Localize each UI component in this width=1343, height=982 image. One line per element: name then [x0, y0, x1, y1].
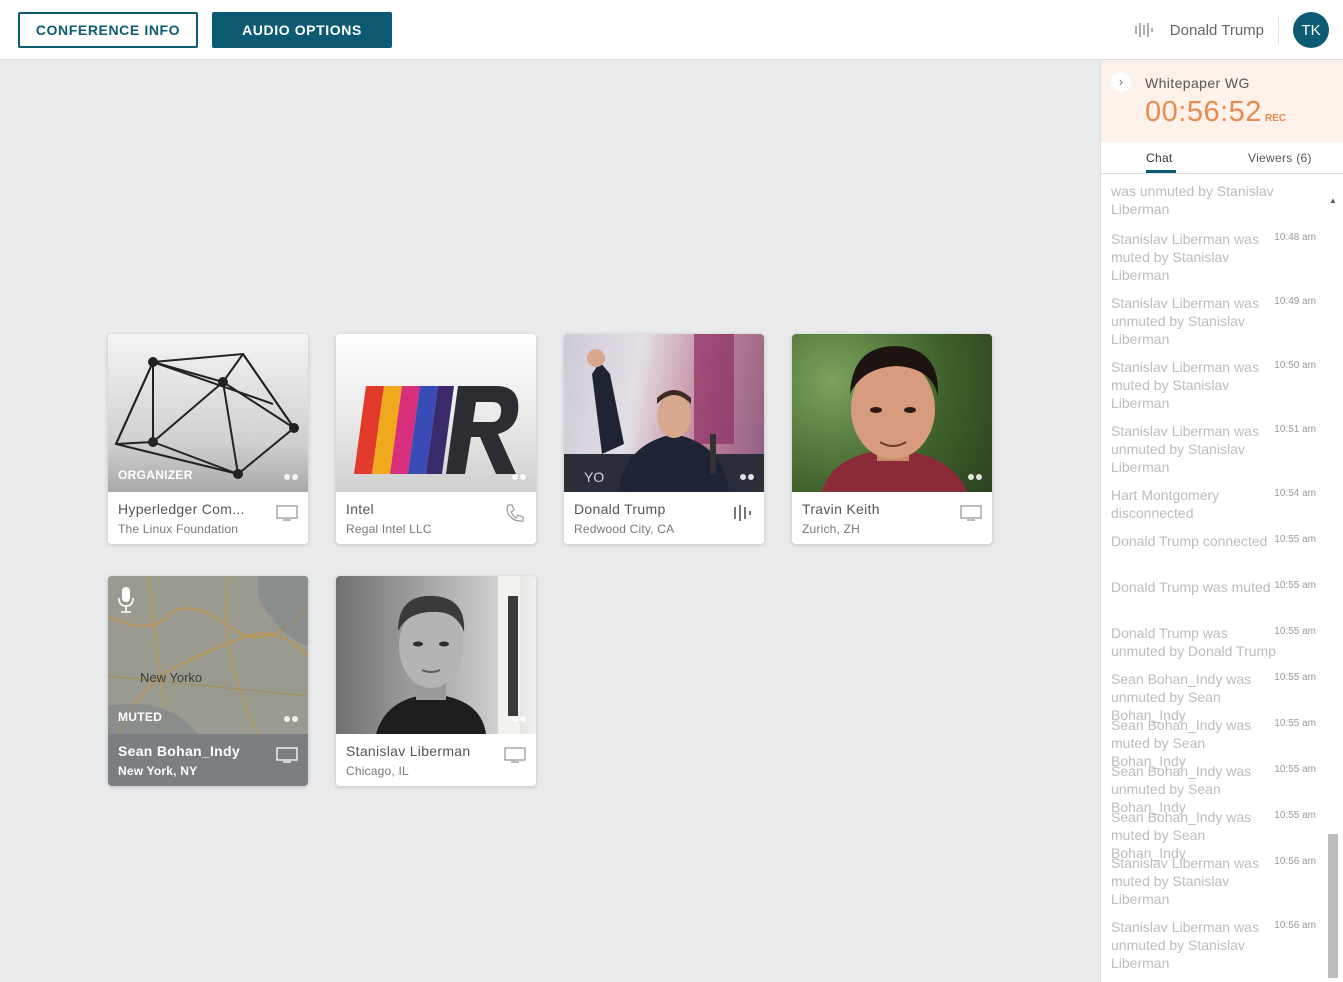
- chat-message: Hart Montgomery disconnected 10:54 am: [1111, 487, 1316, 521]
- svg-text:YO: YO: [584, 469, 604, 485]
- map-label: New Yorko: [140, 670, 202, 685]
- participant-location: Regal Intel LLC: [346, 522, 432, 536]
- side-panel: › Whitepaper WG 00:56:52 REC Chat Viewer…: [1100, 60, 1343, 982]
- panel-tabs: Chat Viewers (6): [1101, 142, 1343, 174]
- chat-message: Stanislav Liberman was muted by Stanisla…: [1111, 855, 1316, 907]
- user-area: Donald Trump TK: [1134, 10, 1329, 50]
- organizer-badge: ORGANIZER: [118, 468, 193, 482]
- participant-location: Redwood City, CA: [574, 522, 675, 536]
- chat-message: was unmuted by Stanislav Liberman: [1111, 184, 1274, 217]
- chat-scrollbar[interactable]: ▲: [1327, 194, 1339, 982]
- chat-message: Donald Trump was unmuted by Donald Trump…: [1111, 625, 1316, 659]
- mic-muted-icon: [118, 587, 134, 613]
- person-photo-icon: YO: [564, 334, 764, 492]
- participant-name: Sean Bohan_Indy: [118, 743, 240, 759]
- recording-badge: REC: [1265, 113, 1287, 124]
- participant-location: Chicago, IL: [346, 764, 409, 778]
- participant-image: [336, 334, 536, 492]
- participant-image: [792, 334, 992, 492]
- chat-message: Donald Trump was muted 10:55 am: [1111, 579, 1316, 595]
- monitor-icon: [504, 747, 526, 763]
- avatar[interactable]: TK: [1293, 12, 1329, 48]
- participant-name: Stanislav Liberman: [346, 743, 471, 759]
- chat-log: was unmuted by Stanislav Liberman Stanis…: [1101, 184, 1326, 982]
- tab-viewers[interactable]: Viewers (6): [1248, 151, 1312, 165]
- participant-tile[interactable]: Travin Keith Zurich, ZH: [792, 334, 992, 544]
- monitor-icon: [960, 505, 982, 521]
- phone-icon: [506, 504, 524, 522]
- monitor-icon: [276, 747, 298, 763]
- tab-chat[interactable]: Chat: [1146, 151, 1173, 165]
- conference-timer: 00:56:52: [1145, 96, 1262, 128]
- participant-tile[interactable]: YO Donald Trump Redwood City, CA: [564, 334, 764, 544]
- more-options-icon[interactable]: [284, 716, 298, 722]
- participant-location: Zurich, ZH: [802, 522, 861, 536]
- participant-image: New Yorko MUTED: [108, 576, 308, 734]
- chat-message: Stanislav Liberman was unmuted by Stanis…: [1111, 423, 1316, 475]
- audio-bars-icon: [734, 505, 751, 521]
- regal-logo-icon: [354, 386, 519, 474]
- current-user-name: Donald Trump: [1169, 21, 1264, 39]
- participant-name: Donald Trump: [574, 501, 666, 517]
- scroll-thumb[interactable]: [1328, 834, 1338, 978]
- divider: [1278, 16, 1279, 44]
- chat-message: Donald Trump connected 10:55 am: [1111, 533, 1316, 549]
- conference-title: Whitepaper WG: [1145, 75, 1250, 91]
- conference-info-button[interactable]: CONFERENCE INFO: [18, 12, 198, 48]
- collapse-panel-icon[interactable]: ›: [1111, 72, 1131, 92]
- participant-tile[interactable]: Intel Regal Intel LLC: [336, 334, 536, 544]
- chat-message: Stanislav Liberman was unmuted by Stanis…: [1111, 295, 1316, 347]
- participant-tile[interactable]: ORGANIZER Hyperledger Com... The Linux F…: [108, 334, 308, 544]
- more-options-icon[interactable]: [968, 474, 982, 480]
- participant-image: [336, 576, 536, 734]
- participant-image: ORGANIZER: [108, 334, 308, 492]
- person-photo-icon: [376, 576, 520, 734]
- participant-location: New York, NY: [118, 764, 198, 778]
- active-tab-indicator: [1146, 170, 1176, 173]
- more-options-icon[interactable]: [512, 474, 526, 480]
- participant-image: YO: [564, 334, 764, 492]
- participant-tile[interactable]: Stanislav Liberman Chicago, IL: [336, 576, 536, 786]
- chat-message: Stanislav Liberman was unmuted by Stanis…: [1111, 919, 1316, 971]
- more-options-icon[interactable]: [284, 474, 298, 480]
- top-bar: CONFERENCE INFO AUDIO OPTIONS Donald Tru…: [0, 0, 1343, 60]
- monitor-icon: [276, 505, 298, 521]
- audio-level-icon: [1134, 23, 1153, 37]
- participant-location: The Linux Foundation: [118, 522, 239, 536]
- person-photo-icon: [822, 346, 967, 492]
- participant-name: Intel: [346, 501, 374, 517]
- more-options-icon[interactable]: [512, 716, 526, 722]
- audio-options-button[interactable]: AUDIO OPTIONS: [212, 12, 392, 48]
- participant-tile[interactable]: New Yorko MUTED Sean Bohan_Indy New York…: [108, 576, 308, 786]
- more-options-icon[interactable]: [740, 474, 754, 480]
- participant-name: Travin Keith: [802, 501, 880, 517]
- chat-message: Stanislav Liberman was muted by Stanisla…: [1111, 231, 1316, 283]
- muted-badge: MUTED: [118, 710, 163, 724]
- scroll-up-arrow-icon[interactable]: ▲: [1329, 196, 1337, 205]
- participant-name: Hyperledger Com...: [118, 501, 245, 517]
- chat-message: Stanislav Liberman was muted by Stanisla…: [1111, 359, 1316, 411]
- conference-header: › Whitepaper WG 00:56:52 REC: [1101, 60, 1343, 142]
